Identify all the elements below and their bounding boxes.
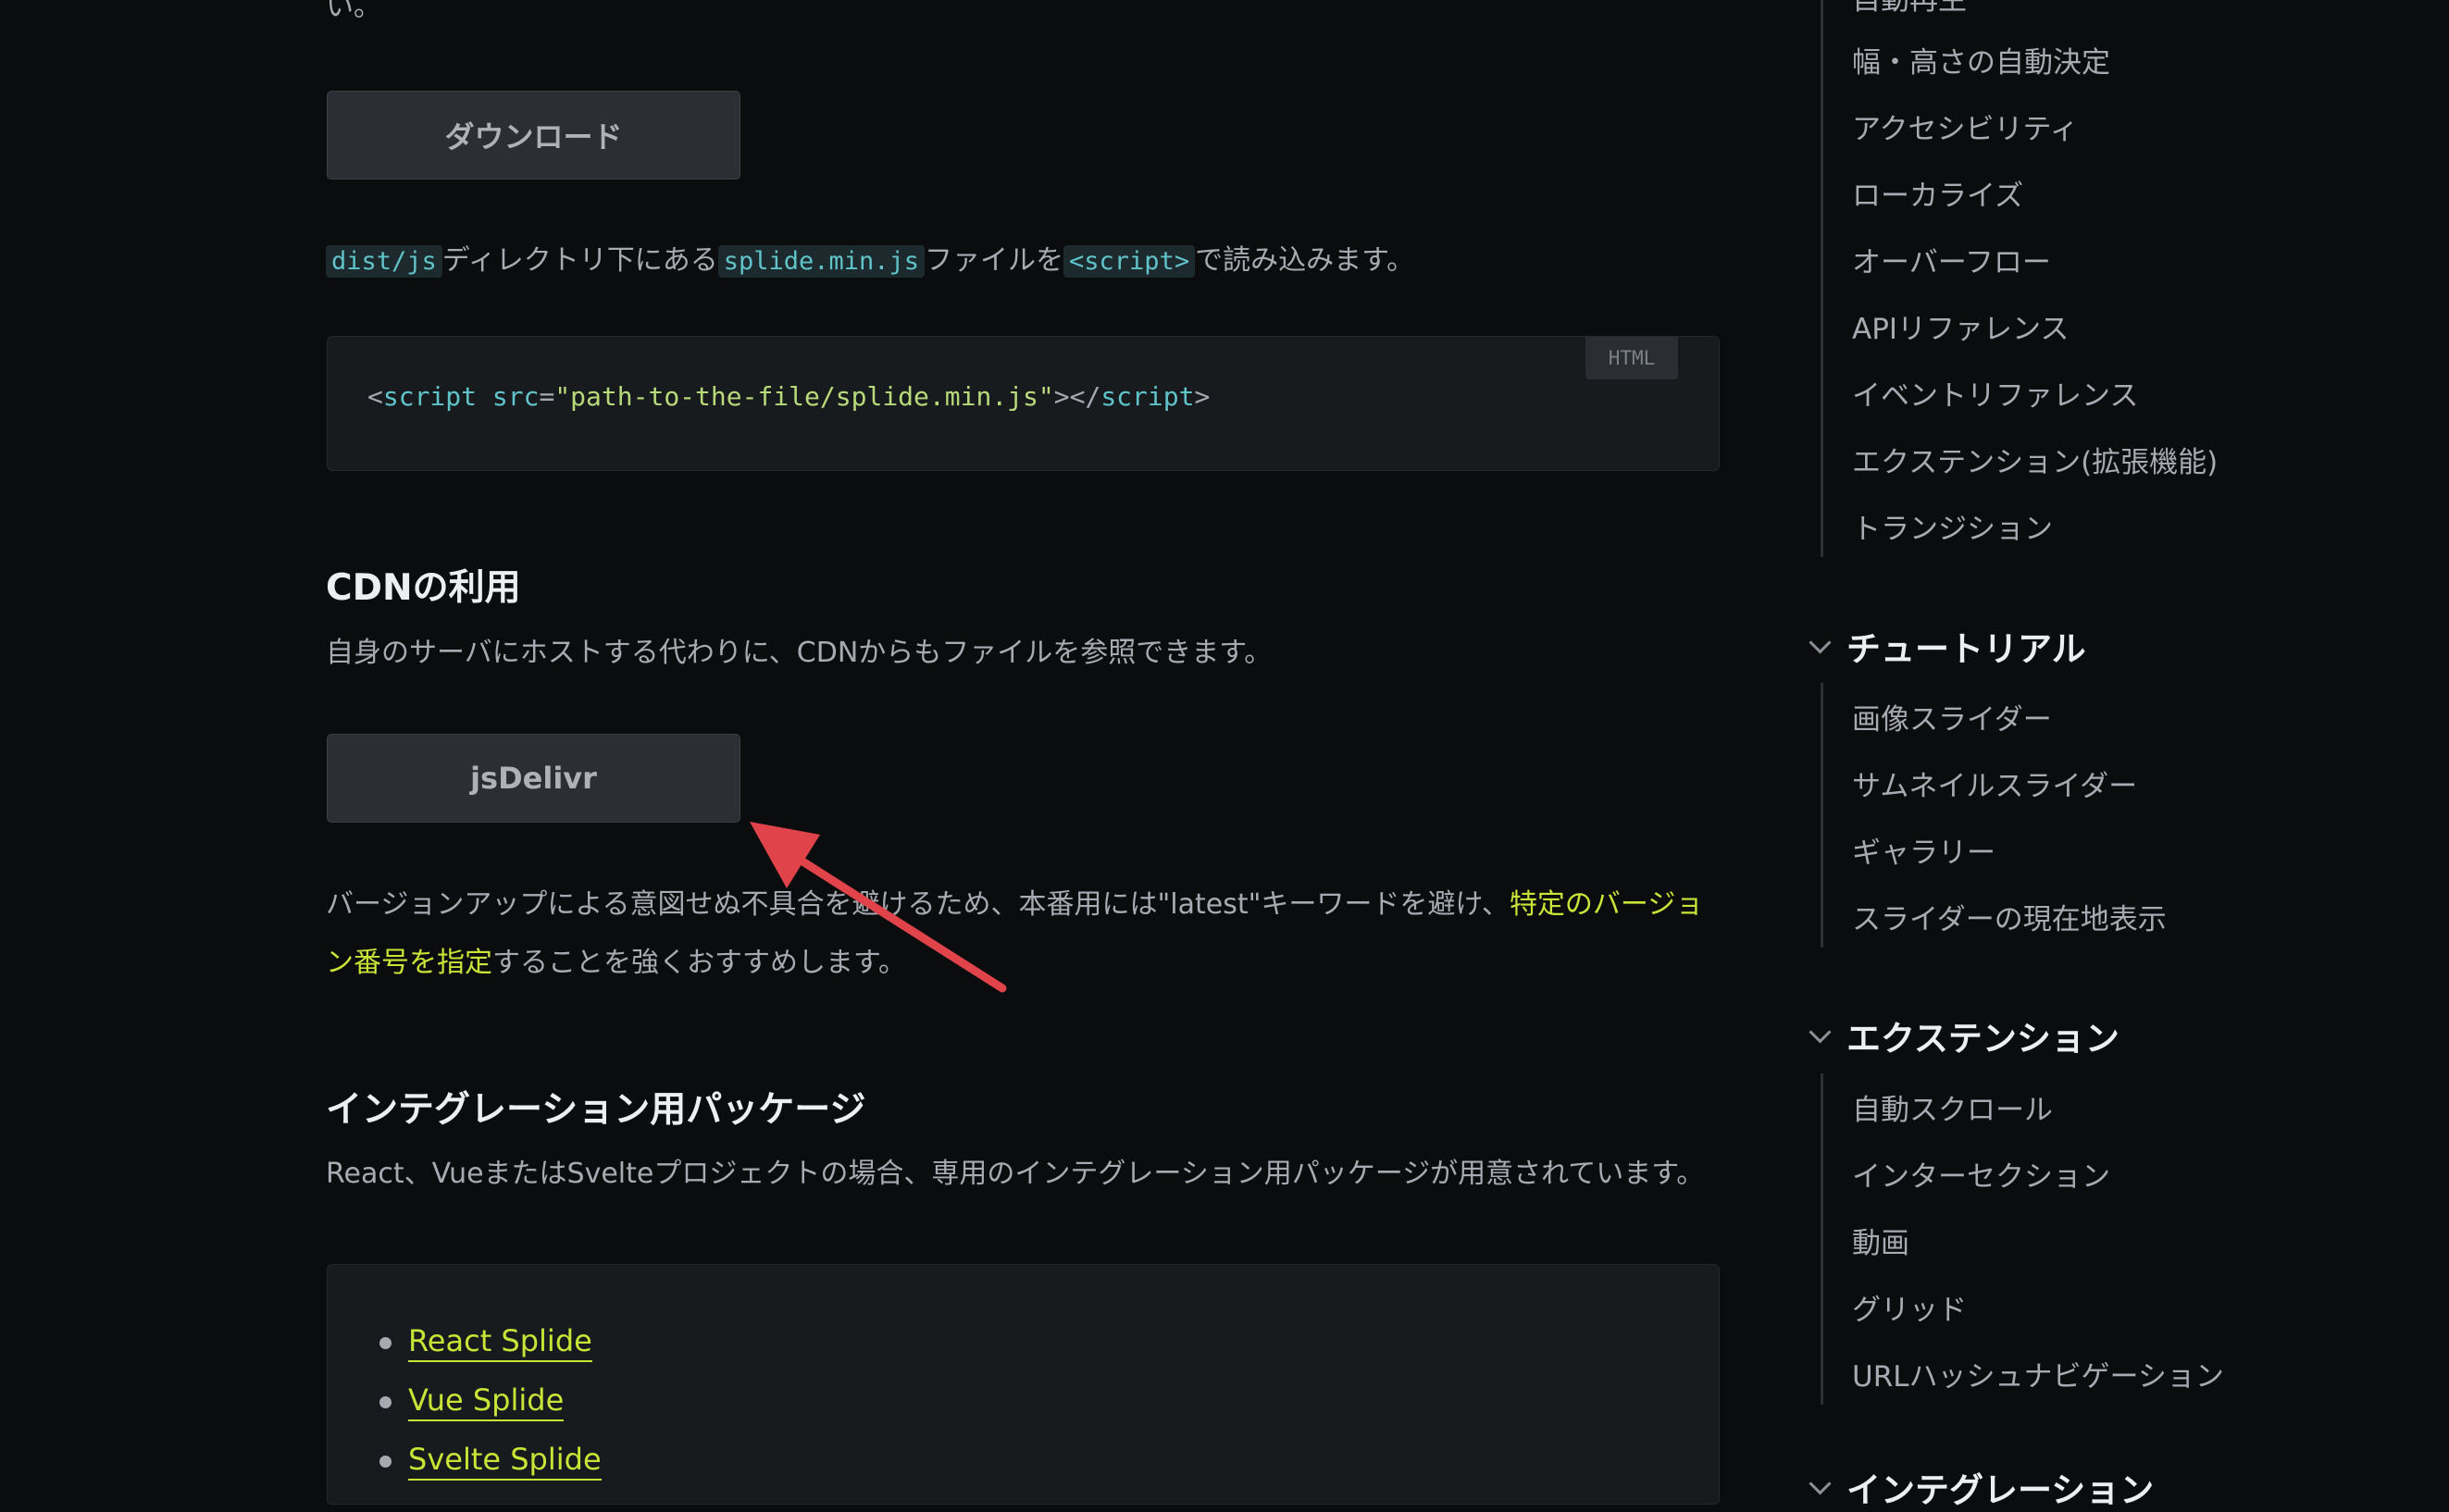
chevron-down-icon <box>1809 1471 1832 1495</box>
sidebar-item-thumbnail-slider[interactable]: サムネイルスライダー <box>1852 762 2137 804</box>
text: ファイルを <box>925 244 1064 277</box>
code-block-html: HTML <script src="path-to-the-file/splid… <box>327 336 1720 471</box>
sidebar-item-api-reference[interactable]: APIリファレンス <box>1852 305 2069 347</box>
sidebar-heading-integration[interactable]: インテグレーション <box>1809 1462 2154 1512</box>
svelte-splide-link[interactable]: Svelte Splide <box>408 1442 602 1481</box>
sidebar-item-auto-scroll[interactable]: 自動スクロール <box>1852 1086 2053 1128</box>
sidebar-item-overflow[interactable]: オーバーフロー <box>1852 239 2051 280</box>
load-instructions: dist/js ディレクトリ下にある splide.min.js ファイルを <scri… <box>326 231 1414 291</box>
sidebar-heading-extension[interactable]: エクステンション <box>1809 1010 2120 1060</box>
list-item: Vue Splide <box>379 1372 602 1431</box>
code-line: <script src="path-to-the-file/splide.min… <box>367 381 1211 412</box>
list-item: Svelte Splide <box>379 1431 602 1491</box>
integration-description: React、VueまたはSvelteプロジェクトの場合、専用のインテグレーション… <box>326 1158 1705 1190</box>
jsdelivr-button[interactable]: jsDelivr <box>327 734 740 823</box>
inline-code-dist-js: dist/js <box>326 245 442 278</box>
sidebar-heading-tutorial[interactable]: チュートリアル <box>1809 621 2086 671</box>
sidebar-item-accessibility[interactable]: アクセシビリティ <box>1852 105 2079 147</box>
cdn-heading: CDNの利用 <box>326 567 521 609</box>
integration-heading: インテグレーション用パッケージ <box>326 1089 866 1131</box>
sidebar-item-event-reference[interactable]: イベントリファレンス <box>1852 372 2138 414</box>
download-button[interactable]: ダウンロード <box>327 91 740 180</box>
package-list: React Splide Vue Splide Svelte Splide <box>379 1313 602 1491</box>
bullet <box>379 1336 392 1349</box>
chevron-down-icon <box>1809 1020 1832 1044</box>
version-note: バージョンアップによる意図せぬ不具合を避けるため、本番用には"latest"キー… <box>326 888 1704 979</box>
sidebar-item-url-hash[interactable]: URLハッシュナビゲーション <box>1852 1353 2224 1394</box>
code-language-badge: HTML <box>1585 337 1678 379</box>
sidebar-item-slider-progress[interactable]: スライダーの現在地表示 <box>1852 896 2167 937</box>
sidebar-item-video[interactable]: 動画 <box>1852 1220 1909 1261</box>
vue-splide-link[interactable]: Vue Splide <box>408 1382 565 1421</box>
cdn-description: 自身のサーバにホストする代わりに、CDNからもファイルを参照できます。 <box>326 637 1273 669</box>
list-item: React Splide <box>379 1313 602 1372</box>
sidebar-item-grid[interactable]: グリッド <box>1852 1286 1967 1328</box>
sidebar-group-line <box>1821 0 1823 557</box>
inline-code-splide-min-js: splide.min.js <box>717 245 926 278</box>
react-splide-link[interactable]: React Splide <box>408 1323 592 1362</box>
sidebar-item-auto-size[interactable]: 幅・高さの自動決定 <box>1852 39 2110 81</box>
sidebar-item-transition[interactable]: トランジション <box>1852 505 2053 547</box>
paragraph-fragment: い。 <box>326 0 381 23</box>
sidebar-item-localize[interactable]: ローカライズ <box>1852 172 2023 214</box>
chevron-down-icon <box>1809 630 1832 654</box>
text: ディレクトリ下にある <box>441 244 718 277</box>
sidebar-group-line <box>1821 683 1823 948</box>
sidebar-item-image-slider[interactable]: 画像スライダー <box>1852 696 2052 737</box>
sidebar-item-autoplay[interactable]: 自動再生 <box>1852 0 1967 18</box>
package-list-box: React Splide Vue Splide Svelte Splide <box>327 1264 1720 1505</box>
inline-code-script: <script> <box>1063 245 1196 278</box>
sidebar-group-line <box>1821 1073 1823 1405</box>
sidebar-item-extensions[interactable]: エクステンション(拡張機能) <box>1852 439 2218 480</box>
sidebar-item-intersection[interactable]: インターセクション <box>1852 1153 2110 1195</box>
text: で読み込みます。 <box>1195 244 1415 277</box>
bullet <box>379 1455 392 1468</box>
bullet <box>379 1395 392 1408</box>
sidebar-item-gallery[interactable]: ギャラリー <box>1852 829 1995 871</box>
